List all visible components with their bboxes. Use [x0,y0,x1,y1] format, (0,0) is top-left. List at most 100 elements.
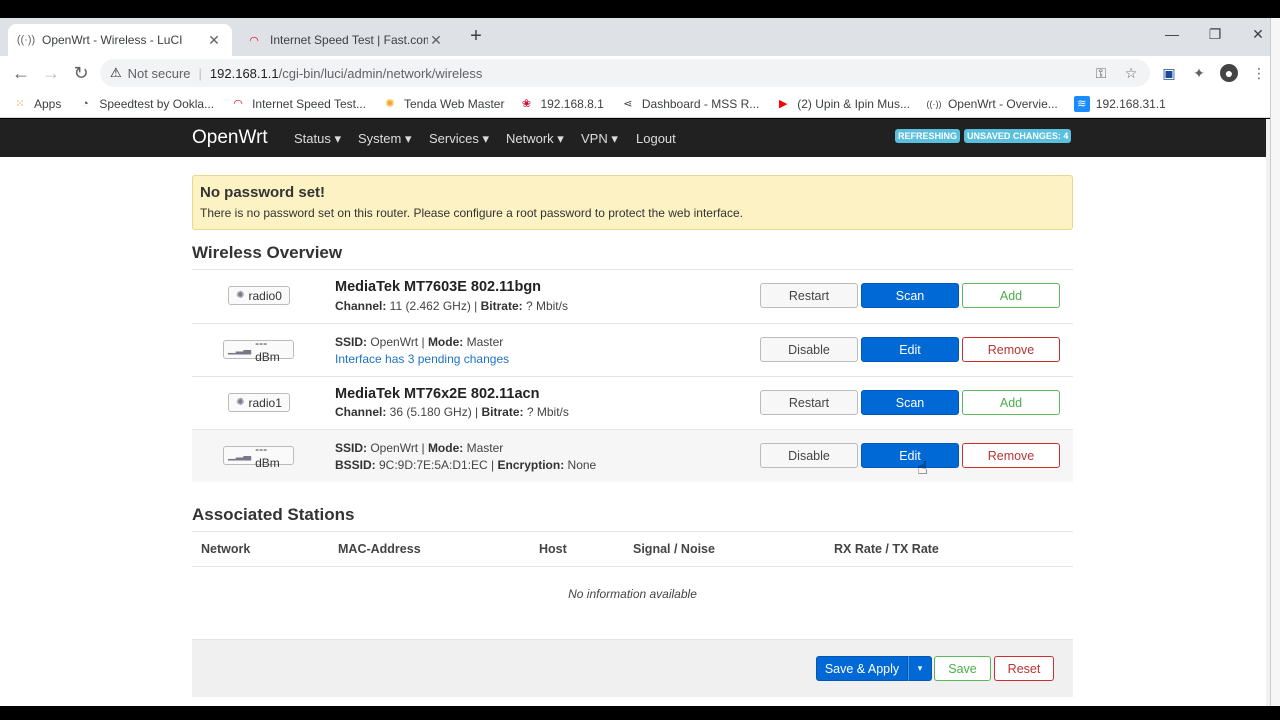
restart-button[interactable]: Restart [760,283,858,308]
bookmark-star-icon[interactable]: ☆ [1122,64,1140,82]
minimize-icon[interactable]: — [1162,26,1182,42]
tab-fast-com[interactable]: ◠ Internet Speed Test | Fast.com ✕ [236,24,454,56]
close-icon[interactable]: ✕ [206,32,222,49]
wireless-icon: ((·)) [16,34,36,46]
ssid-label: SSID: [335,335,368,349]
bssid-value: 9C:9D:7E:5A:D1:EC | [375,458,498,472]
column-mac-address: MAC-Address [338,542,421,556]
edit-button[interactable]: Edit [861,443,959,468]
bookmark-speedtest[interactable]: ◔ Speedtest by Ookla... [77,96,214,112]
back-arrow-icon[interactable]: ← [10,62,32,84]
bookmark-youtube[interactable]: ▶ (2) Upin & Ipin Mus... [775,96,910,112]
youtube-icon: ▶ [779,98,788,110]
save-button[interactable]: Save [934,656,991,681]
restore-icon[interactable]: ❐ [1205,26,1225,43]
radio-details: Channel: 11 (2.462 GHz) | Bitrate: ? Mbi… [335,299,568,313]
column-rx-tx-rate: RX Rate / TX Rate [834,542,939,556]
ssid-value: OpenWrt | [367,335,428,349]
save-apply-button[interactable]: Save & Apply [816,656,908,681]
bookmark-dashboard[interactable]: ⋖ Dashboard - MSS R... [620,96,759,112]
scan-button[interactable]: Scan [861,283,959,308]
browser-tabstrip: ((·)) OpenWrt - Wireless - LuCI ✕ ◠ Inte… [0,18,1270,56]
column-signal-noise: Signal / Noise [633,542,715,556]
page-scrollbar[interactable] [1266,119,1270,706]
bookmark-openwrt[interactable]: ((·)) OpenWrt - Overvie... [926,96,1058,112]
bookmark-label: Dashboard - MSS R... [641,96,760,111]
warning-triangle-icon: ⚠ [110,65,122,80]
bookmark-apps[interactable]: ⁙ Apps [12,96,61,112]
bookmark-fast[interactable]: ◠ Internet Speed Test... [230,96,366,112]
radio-badge: ✺ radio0 [228,286,290,305]
alert-message: There is no password set on this router.… [200,206,743,220]
key-icon[interactable]: ⚿ [1092,64,1110,82]
screen-bottom-border [0,706,1280,720]
cast-icon[interactable]: ▣ [1160,64,1178,82]
menu-label: Network [506,131,554,146]
menu-label: VPN [581,131,608,146]
disable-button[interactable]: Disable [760,337,858,362]
menu-network[interactable]: Network ▾ [506,131,564,147]
more-menu-icon[interactable]: ⋮ [1250,64,1268,82]
radio-name: radio0 [248,288,282,303]
radio-row: ✺ radio0 MediaTek MT7603E 802.11bgn Chann… [192,269,1073,323]
interface-details: SSID: OpenWrt | Mode: Master [335,335,503,349]
address-bar[interactable]: ⚠ Not secure | 192.168.1.1/cgi-bin/luci/… [100,59,1150,87]
bookmark-label: Apps [34,96,62,111]
signal-value: --- dBm [255,335,280,364]
new-tab-plus-icon[interactable]: + [466,26,486,46]
url-text: 192.168.1.1/cgi-bin/luci/admin/network/w… [210,66,482,81]
refreshing-badge[interactable]: REFRESHING [895,129,961,143]
save-apply-dropdown-icon[interactable]: ▾ [908,656,932,681]
bookmark-label: OpenWrt - Overvie... [947,96,1058,111]
radio-row: ✺ radio1 MediaTek MT76x2E 802.11acn Chann… [192,376,1073,429]
address-separator: | [198,65,202,81]
signal-bars-icon: ▁▂▃ [228,450,252,461]
menu-system[interactable]: System ▾ [358,131,411,147]
signal-bars-icon: ▁▂▃ [228,344,252,355]
browser-toolbar: ← → ↻ ⚠ Not secure | 192.168.1.1/cgi-bin… [0,56,1270,90]
edit-button[interactable]: Edit [861,337,959,362]
forward-arrow-icon[interactable]: → [40,62,62,84]
openwrt-header: OpenWrt Status ▾ System ▾ Services ▾ Net… [0,119,1266,157]
fast-icon: ◠ [233,98,243,110]
reload-icon[interactable]: ↻ [70,62,92,84]
brand-logo[interactable]: OpenWrt [192,127,268,149]
signal-badge: ▁▂▃ --- dBm [223,336,294,364]
disable-button[interactable]: Disable [760,443,858,468]
close-icon[interactable]: ✕ [428,32,444,49]
no-information-message: No information available [568,587,697,601]
remove-button[interactable]: Remove [962,337,1060,362]
bookmark-192-168-31-1[interactable]: ≋ 192.168.31.1 [1073,95,1166,112]
menu-status[interactable]: Status ▾ [294,131,341,147]
bitrate-label: Bitrate: [481,405,524,419]
associated-stations-title: Associated Stations [192,505,355,524]
reset-button[interactable]: Reset [994,656,1054,681]
speedometer-icon: ◠ [249,34,259,47]
menu-services[interactable]: Services ▾ [429,131,489,147]
radio-badge: ✺ radio1 [228,393,290,412]
ssid-value: OpenWrt | [367,441,428,455]
menu-logout[interactable]: Logout [636,131,676,146]
tab-openwrt-wireless[interactable]: ((·)) OpenWrt - Wireless - LuCI ✕ [8,24,232,56]
extensions-puzzle-icon[interactable]: ✦ [1190,64,1208,82]
bookmark-label: Speedtest by Ookla... [99,96,215,111]
window-close-icon[interactable]: ✕ [1248,26,1268,43]
column-network: Network [201,542,251,556]
encryption-value: None [564,458,597,472]
channel-value: 36 (5.180 GHz) | [386,405,482,419]
interface-row: ▁▂▃ --- dBm SSID: OpenWrt | Mode: Master … [192,429,1073,482]
mode-value: Master [463,441,504,455]
bookmark-tenda[interactable]: ✺ Tenda Web Master [382,96,504,112]
restart-button[interactable]: Restart [760,390,858,415]
avatar[interactable]: ● [1220,64,1238,82]
bitrate-label: Bitrate: [480,299,523,313]
channel-label: Channel: [335,405,387,419]
bssid-label: BSSID: [335,458,376,472]
remove-button[interactable]: Remove [962,443,1060,468]
unsaved-changes-badge[interactable]: UNSAVED CHANGES: 4 [964,129,1072,143]
bookmark-huawei[interactable]: ❀ 192.168.8.1 [518,96,604,112]
scan-button[interactable]: Scan [861,390,959,415]
add-button[interactable]: Add [962,390,1060,415]
menu-vpn[interactable]: VPN ▾ [581,131,618,147]
add-button[interactable]: Add [962,283,1060,308]
